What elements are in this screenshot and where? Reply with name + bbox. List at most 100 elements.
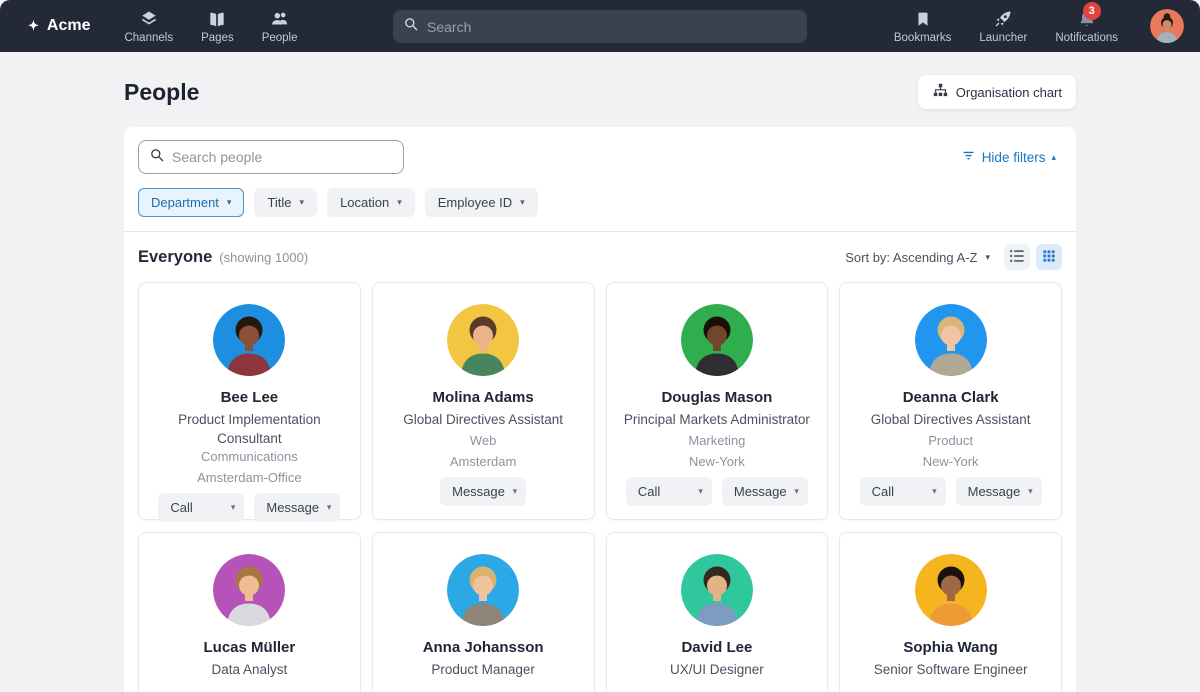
launcher-label: Launcher <box>979 32 1027 44</box>
people-icon <box>270 9 290 29</box>
caret-down-icon: ▾ <box>327 502 332 513</box>
person-name: Anna Johansson <box>423 639 544 656</box>
person-actions: Message ▾ <box>440 477 526 506</box>
global-search[interactable] <box>393 10 807 43</box>
nav-item-pages[interactable]: Pages <box>191 5 244 48</box>
person-title: Principal Markets Administrator <box>624 411 810 430</box>
message-button[interactable]: Message ▾ <box>254 493 340 522</box>
caret-down-icon: ▾ <box>698 486 703 497</box>
person-avatar <box>681 554 753 626</box>
person-avatar <box>447 304 519 376</box>
bookmarks-label: Bookmarks <box>894 32 952 44</box>
organisation-chart-label: Organisation chart <box>956 85 1062 100</box>
caret-down-icon: ▾ <box>513 486 518 497</box>
people-panel: Hide filters ▴ Department ▾ Title ▾ Loca… <box>124 127 1076 692</box>
chip-label: Location <box>340 195 389 210</box>
person-avatar <box>681 304 753 376</box>
person-card: Lucas Müller Data Analyst <box>138 532 361 692</box>
page-title: People <box>124 79 199 106</box>
message-button[interactable]: Message▾ <box>956 477 1042 506</box>
topbar: ✦ Acme Channels Pages People <box>0 0 1200 52</box>
button-label: Message <box>452 484 505 499</box>
primary-nav: Channels Pages People <box>114 5 307 48</box>
main-content: People Organisation chart <box>124 74 1076 692</box>
chip-label: Employee ID <box>438 195 512 210</box>
person-actions: Call▾ Message ▾ <box>158 493 340 522</box>
bookmarks-button[interactable]: Bookmarks <box>892 5 954 48</box>
person-name: David Lee <box>681 639 752 656</box>
person-card: David Lee UX/UI Designer <box>606 532 829 692</box>
person-card: Anna Johansson Product Manager <box>372 532 595 692</box>
global-search-input[interactable] <box>427 19 797 35</box>
filter-chips: Department ▾ Title ▾ Location ▾ Employee… <box>138 188 1062 217</box>
filter-chip-title[interactable]: Title ▾ <box>254 188 317 217</box>
person-actions: Call▾ Message▾ <box>860 477 1042 506</box>
launcher-button[interactable]: Launcher <box>977 5 1029 48</box>
message-button[interactable]: Message▾ <box>722 477 808 506</box>
nav-item-people[interactable]: People <box>252 5 308 48</box>
nav-label: Pages <box>201 32 234 44</box>
page-header: People Organisation chart <box>124 74 1076 110</box>
caret-down-icon: ▾ <box>397 197 402 208</box>
caret-down-icon: ▾ <box>794 486 799 497</box>
person-card: Deanna Clark Global Directives Assistant… <box>839 282 1062 520</box>
showing-count: (showing 1000) <box>219 250 308 265</box>
sort-by-dropdown[interactable]: Sort by: Ascending A-Z ▾ <box>845 250 990 265</box>
rocket-icon <box>993 9 1013 29</box>
directory-heading: Everyone <box>138 248 212 267</box>
topbar-right: Bookmarks Launcher 3 Notifications <box>892 5 1184 48</box>
person-department: Product <box>928 433 973 448</box>
person-name: Bee Lee <box>221 389 279 406</box>
sparkle-icon: ✦ <box>28 18 39 34</box>
chip-label: Department <box>151 195 219 210</box>
search-people-field[interactable] <box>138 140 404 174</box>
nav-item-channels[interactable]: Channels <box>114 5 183 48</box>
filter-chip-location[interactable]: Location ▾ <box>327 188 415 217</box>
list-view-icon <box>1008 247 1026 268</box>
call-button[interactable]: Call▾ <box>860 477 946 506</box>
people-grid: Bee Lee Product Implementation Consultan… <box>138 282 1062 692</box>
layers-icon <box>139 9 159 29</box>
message-button[interactable]: Message ▾ <box>440 477 526 506</box>
caret-down-icon: ▾ <box>1028 486 1033 497</box>
search-icon <box>403 16 419 37</box>
person-avatar <box>915 554 987 626</box>
call-button[interactable]: Call▾ <box>158 493 244 522</box>
list-view-toggle[interactable] <box>1004 244 1030 270</box>
person-title: Product Manager <box>431 661 535 680</box>
organisation-chart-button[interactable]: Organisation chart <box>918 75 1076 109</box>
hide-filters-button[interactable]: Hide filters ▴ <box>961 148 1056 166</box>
person-location: New-York <box>689 454 745 469</box>
hide-filters-label: Hide filters <box>982 150 1046 165</box>
grid-view-icon <box>1041 248 1057 267</box>
grid-view-toggle[interactable] <box>1036 244 1062 270</box>
nav-label: People <box>262 32 298 44</box>
person-title: UX/UI Designer <box>670 661 764 680</box>
user-avatar[interactable] <box>1150 9 1184 43</box>
button-label: Message <box>266 500 319 515</box>
org-chart-icon <box>932 82 949 102</box>
person-name: Lucas Müller <box>204 639 296 656</box>
person-title: Global Directives Assistant <box>403 411 563 430</box>
notifications-label: Notifications <box>1055 32 1118 44</box>
filter-chip-employee-id[interactable]: Employee ID ▾ <box>425 188 538 217</box>
person-actions: Call▾ Message▾ <box>626 477 808 506</box>
filter-area: Hide filters ▴ Department ▾ Title ▾ Loca… <box>124 127 1076 231</box>
caret-down-icon: ▾ <box>300 197 305 208</box>
person-avatar <box>447 554 519 626</box>
person-name: Molina Adams <box>433 389 534 406</box>
person-location: New-York <box>923 454 979 469</box>
person-title: Senior Software Engineer <box>874 661 1028 680</box>
brand-logo[interactable]: ✦ Acme <box>28 17 90 35</box>
filter-chip-department[interactable]: Department ▾ <box>138 188 244 217</box>
person-card: Sophia Wang Senior Software Engineer <box>839 532 1062 692</box>
person-department: Communications <box>201 449 298 464</box>
person-card: Bee Lee Product Implementation Consultan… <box>138 282 361 520</box>
person-name: Douglas Mason <box>661 389 772 406</box>
person-card: Douglas Mason Principal Markets Administ… <box>606 282 829 520</box>
caret-down-icon: ▾ <box>231 502 236 513</box>
search-people-input[interactable] <box>172 149 393 165</box>
notifications-button[interactable]: 3 Notifications <box>1053 5 1120 48</box>
call-button[interactable]: Call▾ <box>626 477 712 506</box>
person-title: Global Directives Assistant <box>871 411 1031 430</box>
